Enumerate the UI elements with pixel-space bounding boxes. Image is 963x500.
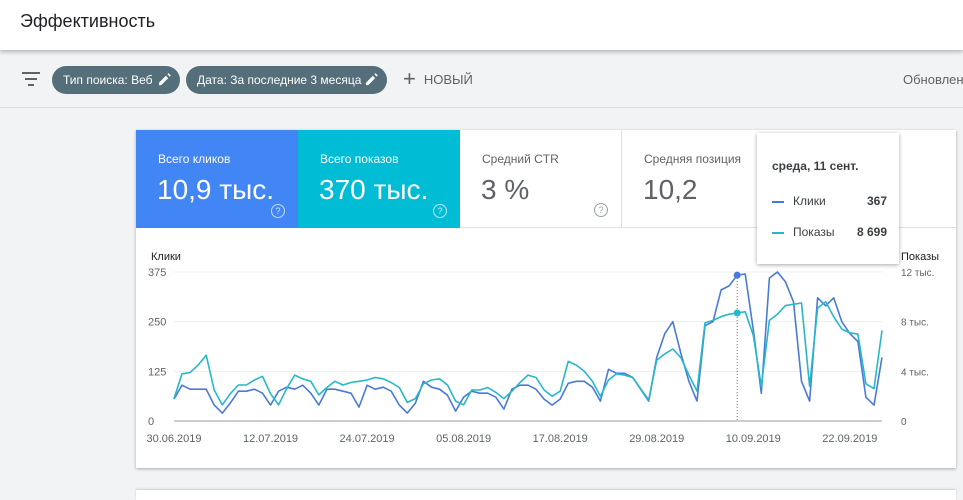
- y-tick-label-left: 250: [148, 317, 166, 329]
- x-tick-label: 12.07.2019: [243, 433, 298, 445]
- x-tick-label: 22.09.2019: [822, 433, 877, 445]
- add-filter-button[interactable]: + НОВЫЙ: [403, 66, 473, 91]
- y-tick-label-left: 125: [148, 366, 166, 378]
- filter-bar: Тип поиска: Веб Дата: За последние 3 мес…: [0, 51, 963, 108]
- x-tick-label: 17.08.2019: [533, 433, 588, 445]
- add-filter-label: НОВЫЙ: [423, 72, 473, 87]
- y-axis-title-right: Показы: [901, 251, 939, 263]
- top-bar: Эффективность: [0, 0, 963, 50]
- x-tick-label: 10.09.2019: [726, 433, 781, 445]
- legend-swatch: [772, 232, 784, 234]
- filter-chip-date[interactable]: Дата: За последние 3 месяца: [186, 66, 387, 94]
- tooltip-row-name: Клики: [793, 194, 826, 208]
- edit-pencil-icon: [158, 73, 171, 86]
- hover-point-clicks: [733, 271, 741, 279]
- filter-icon[interactable]: [22, 72, 40, 86]
- tooltip-row-clicks: Клики 367: [772, 194, 887, 210]
- x-tick-label: 05.08.2019: [436, 433, 491, 445]
- chip-label: Тип поиска: Веб: [63, 73, 153, 87]
- y-axis-title-left: Клики: [151, 251, 181, 263]
- last-updated-text: Обновлен: [903, 72, 963, 87]
- y-tick-label-right: 0: [901, 417, 907, 428]
- y-tick-label-right: 4 тыс.: [901, 367, 929, 378]
- x-tick-label: 24.07.2019: [340, 433, 395, 445]
- filter-chip-search-type[interactable]: Тип поиска: Веб: [52, 66, 180, 94]
- tooltip-row-impressions: Показы 8 699: [772, 225, 887, 241]
- y-tick-label-right: 12 тыс.: [901, 268, 934, 279]
- tooltip-row-value: 8 699: [856, 225, 887, 239]
- chart-tooltip: среда, 11 сент. Клики 367 Показы 8 699: [757, 133, 899, 264]
- next-card-edge: [136, 490, 956, 500]
- tooltip-row-name: Показы: [793, 225, 835, 239]
- tooltip-row-value: 367: [866, 194, 887, 208]
- legend-swatch: [772, 201, 784, 203]
- hover-point-impressions: [733, 309, 741, 317]
- series-line-impressions: [173, 301, 883, 406]
- chip-label: Дата: За последние 3 месяца: [197, 73, 362, 87]
- page-title: Эффективность: [20, 11, 156, 31]
- edit-pencil-icon: [365, 73, 378, 86]
- y-tick-label-left: 375: [148, 267, 166, 279]
- series-line-clicks: [173, 271, 883, 414]
- x-tick-label: 30.06.2019: [146, 433, 201, 445]
- plus-icon: +: [403, 66, 416, 91]
- x-tick-label: 29.08.2019: [629, 433, 684, 445]
- tooltip-date: среда, 11 сент.: [772, 159, 859, 173]
- y-tick-label-left: 0: [148, 416, 154, 428]
- y-tick-label-right: 8 тыс.: [901, 318, 929, 329]
